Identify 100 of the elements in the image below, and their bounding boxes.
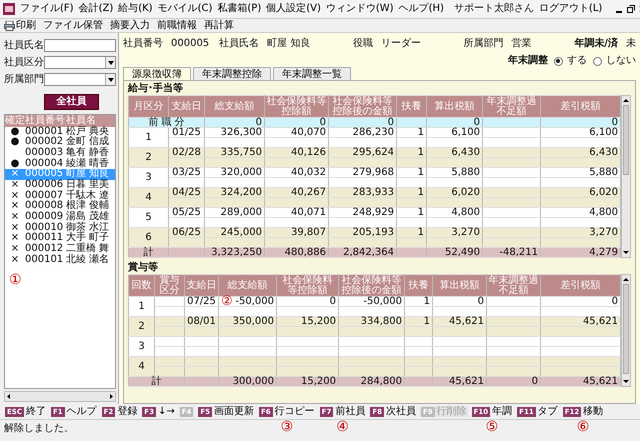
table-cell: 320,000 (204, 168, 264, 178)
employee-row[interactable]: × 000006 日暮 里美 (5, 180, 115, 191)
employee-row[interactable]: × 000012 二重橋 舞 (5, 244, 115, 255)
callout-number: ③ (280, 420, 294, 434)
employee-row[interactable]: 000003 亀有 静香 (5, 148, 115, 159)
table-cell: 45,621 (540, 316, 620, 326)
column-header: 社会保険料等控除額 (276, 274, 338, 296)
all-employees-button[interactable]: 全社員 (44, 94, 99, 110)
table-cell: 6 (128, 228, 168, 248)
field-label: 年末調整 (508, 55, 548, 67)
table-cell: 289,000 (204, 208, 264, 218)
table-cell: 4,800 (540, 208, 620, 218)
print-button[interactable]: 印刷 (4, 20, 36, 32)
table-cell: 2 (128, 148, 168, 168)
table-cell: 15,200 (276, 316, 338, 326)
employee-number: 000011 (25, 233, 64, 244)
employee-name: 北綾 瀬名 (66, 254, 110, 266)
column-header: 総支給額 (204, 96, 264, 118)
field-label: 年調未/済 (574, 38, 618, 50)
employee-number: 000006 (25, 180, 64, 190)
table-cell: 45,621 (432, 316, 486, 326)
table-cell: 45,621 (540, 376, 620, 386)
table-cell: 6,020 (540, 188, 620, 198)
table-cell: 6,100 (540, 128, 620, 138)
status-mark: × (10, 254, 20, 266)
employee-row[interactable]: × 000008 根津 俊輔 (5, 201, 115, 212)
menu-item[interactable]: ファイル(F) (20, 3, 74, 15)
user-name: サポート太郎さん (454, 3, 534, 15)
employee-name: 金町 信成 (66, 137, 110, 148)
column-header: 扶養 (396, 96, 426, 118)
table-cell: 40,071 (264, 208, 328, 218)
field-label: 所属部門 (464, 38, 504, 50)
column-header: 扶養 (404, 274, 432, 296)
toolbar-button[interactable]: 摘要入力 (110, 20, 150, 32)
employee-number: 000002 (25, 137, 64, 148)
employee-number: 000101 (25, 254, 64, 266)
menu-item[interactable]: ウィンドウ(W) (326, 3, 394, 15)
section-title: 賞与等 (128, 262, 159, 274)
status-mark: ● (10, 137, 20, 148)
menu-item[interactable]: 個人設定(V) (266, 3, 321, 15)
status-mark: × (10, 222, 20, 234)
menu-item[interactable]: ヘルプ(H) (398, 3, 444, 15)
tab[interactable]: 年末調整控除 (193, 67, 271, 80)
status-mark: × (10, 201, 20, 212)
table-cell: 5 (128, 208, 168, 228)
field-value: リーダー (381, 38, 421, 50)
employee-row[interactable]: ● 000002 金町 信成 (5, 137, 115, 148)
status-mark: × (10, 169, 20, 180)
toolbar-button[interactable]: ファイル保管 (43, 20, 103, 32)
menu-item[interactable]: 会計(Z) (78, 3, 114, 15)
toolbar-button[interactable]: 再計算 (204, 20, 234, 32)
table-cell: 3,270 (540, 228, 620, 238)
field-label: 社員氏名 (219, 38, 260, 50)
table-cell: 248,929 (328, 208, 396, 218)
employee-name: 日暮 里美 (66, 180, 110, 190)
column-header: 月区分 (128, 96, 168, 118)
callout-number: ⑤ (486, 420, 498, 434)
table-cell: 324,200 (204, 188, 264, 198)
table-cell: 279,968 (328, 168, 396, 178)
table-cell: 6,430 (426, 148, 482, 158)
employee-name: 湯島 茂雄 (66, 212, 110, 222)
toolbar-button[interactable]: 前職情報 (157, 20, 197, 32)
employee-name: 松戸 典央 (66, 126, 110, 136)
status-mark: ● (10, 126, 20, 138)
table-cell: 2 (128, 316, 154, 336)
employee-name: 綾瀬 晴香 (66, 158, 110, 169)
tab[interactable]: 源泉徴収簿 (123, 67, 191, 80)
logout-link[interactable]: ログアウト(L) (538, 3, 602, 15)
table-cell: 45,621 (432, 376, 486, 386)
table-cell: 245,000 (204, 228, 264, 238)
employee-row[interactable]: × 000009 湯島 茂雄 (5, 212, 115, 223)
table-cell: 350,000 (218, 316, 276, 326)
employee-number: 000008 (25, 201, 64, 212)
employee-row[interactable]: × 000101 北綾 瀬名 (5, 254, 115, 266)
field-value: 未 (626, 38, 636, 50)
table-cell: 4,800 (426, 208, 482, 218)
status-mark: ● (10, 158, 20, 170)
tab[interactable]: 年末調整一覧 (273, 67, 351, 80)
menu-item[interactable]: 私書箱(P) (217, 3, 262, 15)
menu-item[interactable]: 給与(K) (118, 3, 153, 15)
table-cell: 295,624 (328, 148, 396, 158)
column-header: 社会保険料等控除額 (264, 96, 328, 118)
table-cell: 4,279 (540, 248, 620, 258)
callout-number: ② (221, 297, 233, 306)
table-cell: 335,750 (204, 148, 264, 158)
table-cell: 05/25 (168, 208, 204, 218)
table-cell: 前 職 分 (128, 118, 204, 128)
status-mark: × (10, 180, 20, 191)
table-cell: 283,933 (328, 188, 396, 198)
table-cell: 計 (128, 376, 184, 386)
radio-label: する (566, 55, 587, 67)
table-cell: 334,800 (338, 316, 404, 326)
table-cell: 6,020 (426, 188, 482, 198)
table-cell: 5,880 (540, 168, 620, 178)
status-mark: × (10, 233, 20, 244)
menu-item[interactable]: モバイル(C) (158, 3, 212, 15)
employee-row[interactable]: ● 000004 綾瀬 晴香 (5, 158, 115, 170)
table-cell: 40,032 (264, 168, 328, 178)
table-cell: 4 (128, 356, 154, 376)
section-title: 給与･手当等 (128, 83, 184, 95)
